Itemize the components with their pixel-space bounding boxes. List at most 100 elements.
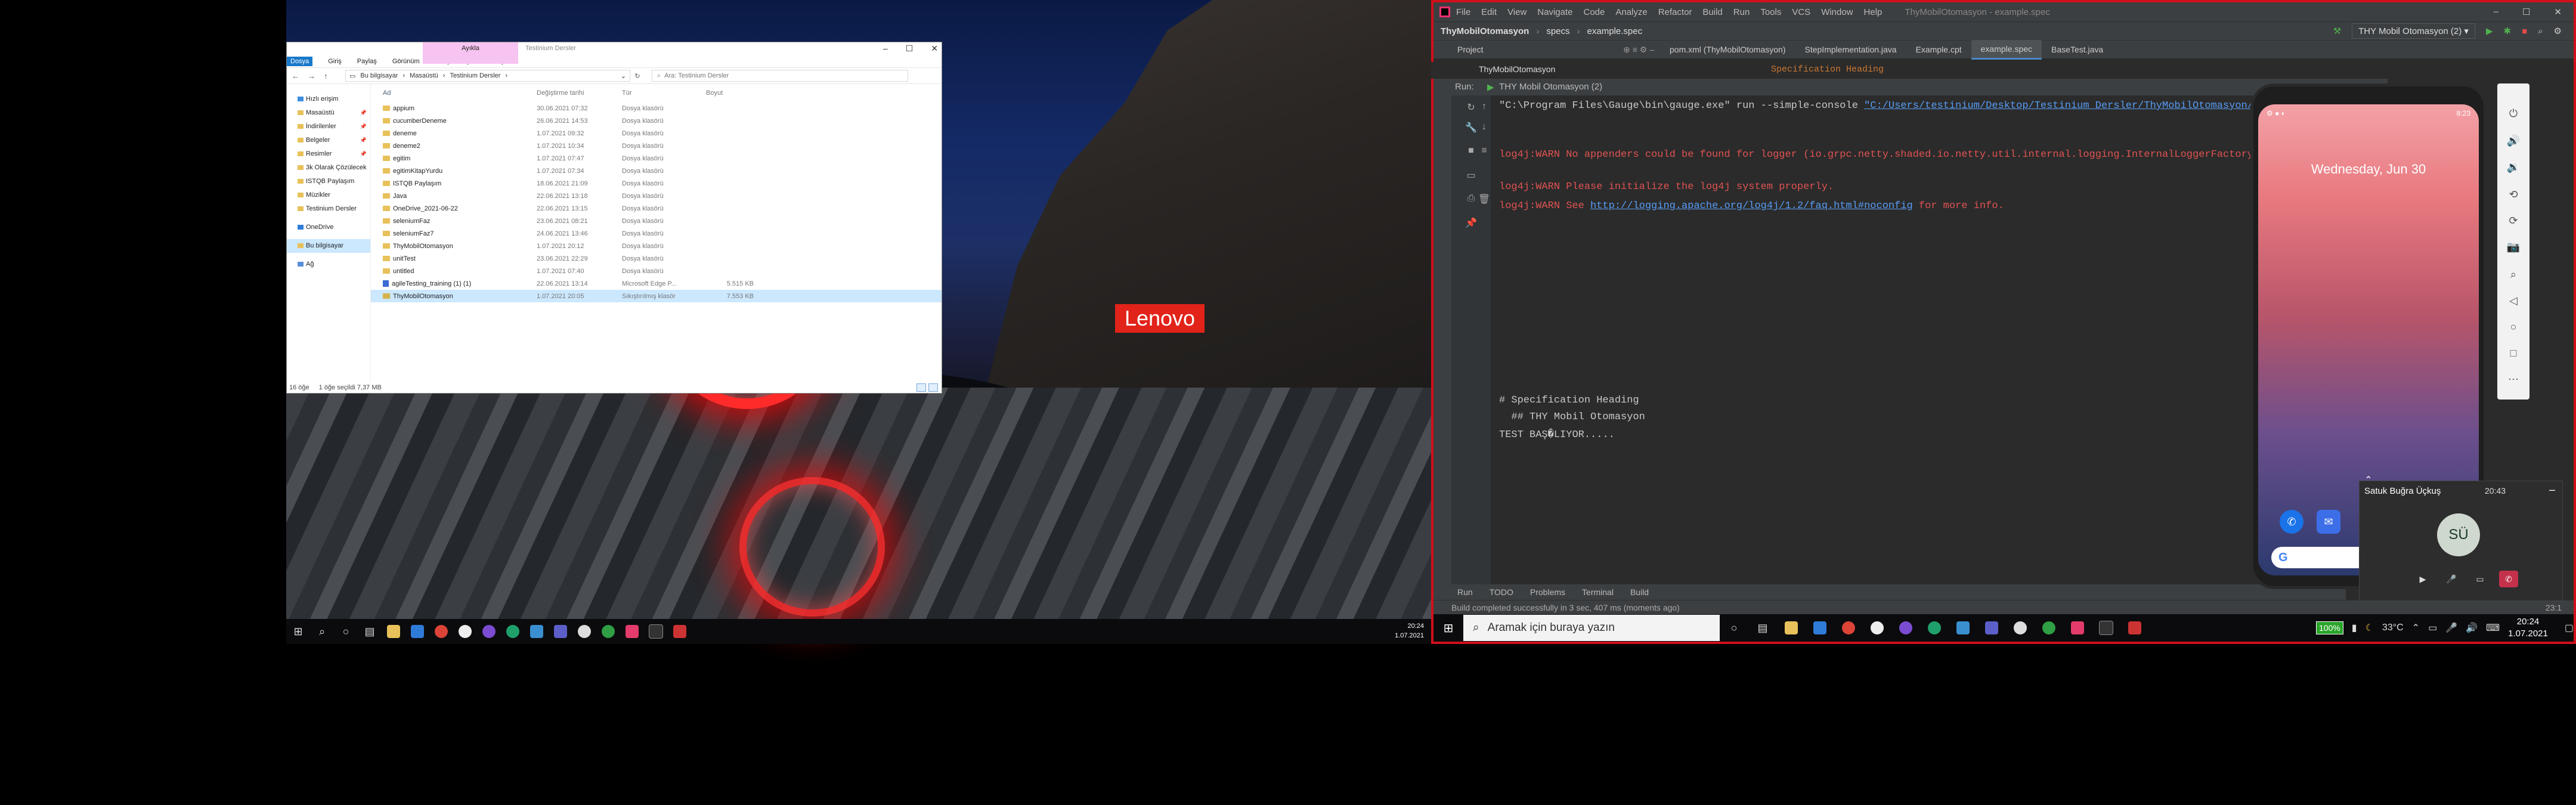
project-tool-icons[interactable]: ⊕ ≡ ⚙ –	[1623, 45, 1654, 55]
more-icon[interactable]: ⋯	[2497, 373, 2529, 386]
breadcrumb-project[interactable]: ThyMobilOtomasyon	[1441, 26, 1529, 36]
intellij-icon[interactable]	[620, 619, 644, 644]
cursor-position[interactable]: 23:1	[2546, 603, 2562, 612]
tab-base-test[interactable]: BaseTest.java	[2042, 41, 2113, 58]
run-tab[interactable]: THY Mobil Otomasyon (2)	[1499, 82, 1602, 92]
project-header[interactable]: Project ⊕ ≡ ⚙ –	[1433, 45, 1660, 55]
edge-icon[interactable]	[1920, 614, 1949, 642]
tool-tab-todo[interactable]: TODO	[1490, 587, 1513, 597]
teams-icon[interactable]	[1977, 614, 2006, 642]
debug-icon[interactable]: ✱	[2504, 26, 2512, 36]
menu-code[interactable]: Code	[1583, 7, 1605, 17]
terminal-icon[interactable]	[2092, 614, 2120, 642]
call-popup[interactable]: Satuk Buğra Üçkuş 20:43 – SÜ ▶ 🎤 ▭ ✆	[2359, 481, 2563, 601]
github-icon[interactable]	[453, 619, 477, 644]
large-icons-view-icon[interactable]	[928, 383, 938, 392]
file-explorer-icon[interactable]	[382, 619, 405, 644]
overview-icon[interactable]: □	[2497, 347, 2529, 360]
tab-pom[interactable]: pom.xml (ThyMobilOtomasyon)	[1660, 41, 1795, 58]
file-row[interactable]: ISTQB Paylaşım 18.06.2021 21:09 Dosya klas…	[371, 177, 942, 190]
volume-down-icon[interactable]: 🔉	[2497, 161, 2529, 174]
tool-tab-terminal[interactable]: Terminal	[1582, 587, 1614, 597]
back-icon[interactable]: ◁	[2497, 295, 2529, 307]
windows-start-icon[interactable]: ⊞	[286, 619, 310, 644]
log4j-faq-link[interactable]: http://logging.apache.org/log4j/1.2/faq.…	[1590, 200, 1913, 212]
details-view-icon[interactable]	[917, 383, 926, 392]
power-icon[interactable]: ⏻	[2497, 107, 2529, 120]
menu-help[interactable]: Help	[1864, 7, 1883, 17]
file-row[interactable]: OneDrive_2021-06-22 22.06.2021 13:15 Dosya…	[371, 202, 942, 215]
temperature[interactable]: 33°C	[2382, 623, 2404, 633]
tab-step-implementation[interactable]: StepImplementation.java	[1795, 41, 1906, 58]
address-crumb[interactable]: Bu bilgisayar	[360, 72, 398, 79]
maximize-icon[interactable]: ☐	[906, 44, 914, 54]
explorer-titlebar[interactable]: Ayıkla Testinium Dersler – ☐ ✕	[287, 42, 942, 64]
search-icon[interactable]: ⌕	[310, 619, 334, 644]
menu-edit[interactable]: Edit	[1481, 7, 1497, 17]
network-icon[interactable]: ▭	[2428, 622, 2437, 634]
layout-icon[interactable]: ▭	[1451, 169, 1491, 181]
menu-run[interactable]: Run	[1733, 7, 1750, 17]
chrome-alt-icon[interactable]	[2035, 614, 2063, 642]
messages-app-icon[interactable]: ✉	[2317, 510, 2340, 534]
github-desktop-icon[interactable]	[572, 619, 596, 644]
maximize-icon[interactable]: ☐	[2522, 7, 2530, 17]
run-icon[interactable]: ▶	[2486, 26, 2493, 36]
intellij-icon[interactable]	[2063, 614, 2092, 642]
app-icon[interactable]	[2120, 614, 2149, 642]
file-row[interactable]: egitimKitapYurdu 1.07.2021 07:34 Dosya kla…	[371, 165, 942, 177]
mail-icon[interactable]	[1806, 614, 1834, 642]
column-size[interactable]: Boyut	[706, 89, 757, 97]
run-config-select[interactable]: THY Mobil Otomasyon (2) ▾	[2352, 23, 2475, 39]
mic-icon[interactable]: 🎤	[2442, 571, 2461, 587]
file-row[interactable]: ThyMobilOtomasyon 1.07.2021 20:05 Sıkıştır…	[371, 290, 942, 302]
file-row[interactable]: Java 22.06.2021 13:18 Dosya klasörü	[371, 190, 942, 202]
column-date[interactable]: Değiştirme tarihi	[537, 89, 622, 97]
tool-tab-problems[interactable]: Problems	[1530, 587, 1565, 597]
run-console[interactable]: "C:\Program Files\Gauge\bin\gauge.exe" r…	[1491, 95, 2265, 584]
minimize-icon[interactable]: –	[2549, 484, 2555, 496]
file-explorer-window[interactable]: Ayıkla Testinium Dersler – ☐ ✕ Dosya Gir…	[286, 42, 942, 394]
menu-refactor[interactable]: Refactor	[1658, 7, 1692, 17]
mail-icon[interactable]	[405, 619, 429, 644]
file-explorer-icon[interactable]	[1777, 614, 1806, 642]
menu-vcs[interactable]: VCS	[1792, 7, 1810, 17]
file-row[interactable]: unitTest 23.06.2021 22:29 Dosya klasörü	[371, 252, 942, 265]
nav-item[interactable]: Testinium Dersler	[287, 202, 370, 216]
chevron-up-icon[interactable]: ⌃	[2412, 622, 2420, 634]
app-icon[interactable]	[1891, 614, 1920, 642]
tools-tab[interactable]: Ayıkla	[423, 42, 518, 64]
breadcrumb-folder[interactable]: specs	[1546, 26, 1569, 36]
file-row[interactable]: deneme2 1.07.2021 10:34 Dosya klasörü	[371, 140, 942, 152]
minimize-icon[interactable]: –	[883, 44, 888, 54]
nav-item[interactable]: Masaüstü 📌	[287, 106, 370, 120]
forward-arrow-icon[interactable]: →	[308, 72, 315, 80]
phone-app-icon[interactable]: ✆	[2280, 510, 2303, 534]
rotate-right-icon[interactable]: ⟳	[2497, 215, 2529, 227]
windows-start-icon[interactable]: ⊞	[1433, 614, 1463, 642]
ribbon-tab-view[interactable]: Görünüm	[392, 58, 420, 65]
nav-item[interactable]: Belgeler 📌	[287, 134, 370, 147]
menu-tools[interactable]: Tools	[1760, 7, 1781, 17]
nav-item[interactable]: ISTQB Paylaşım	[287, 175, 370, 188]
console-path-link[interactable]: "C:/Users/testinium/Desktop/Testinium De…	[1864, 100, 2265, 112]
taskbar-search[interactable]: ⌕ Aramak için buraya yazın	[1463, 615, 1720, 641]
file-row[interactable]: cucumberDeneme 26.06.2021 14:53 Dosya klas…	[371, 114, 942, 127]
chrome-icon[interactable]	[429, 619, 453, 644]
edge-icon[interactable]	[501, 619, 525, 644]
breadcrumb-file[interactable]: example.spec	[1587, 26, 1643, 36]
video-icon[interactable]: ▶	[2413, 571, 2432, 587]
file-row[interactable]: deneme 1.07.2021 09:32 Dosya klasörü	[371, 127, 942, 140]
address-crumb[interactable]: Testinium Dersler	[450, 72, 500, 79]
camera-icon[interactable]: 📷	[2497, 241, 2529, 253]
back-arrow-icon[interactable]: ←	[292, 72, 299, 80]
up-arrow-icon[interactable]: ↑	[324, 72, 328, 80]
menu-window[interactable]: Window	[1821, 7, 1853, 17]
ribbon-tab-share[interactable]: Paylaş	[357, 58, 377, 65]
app-icon[interactable]	[477, 619, 501, 644]
hammer-icon[interactable]: ⚒	[2333, 26, 2341, 36]
rotate-left-icon[interactable]: ⟲	[2497, 188, 2529, 201]
file-row[interactable]: untitled 1.07.2021 07:40 Dosya klasörü	[371, 265, 942, 277]
pin-icon[interactable]: 📌	[1451, 217, 1491, 229]
nav-item[interactable]: 3k Olarak Çözülecek	[287, 161, 370, 175]
